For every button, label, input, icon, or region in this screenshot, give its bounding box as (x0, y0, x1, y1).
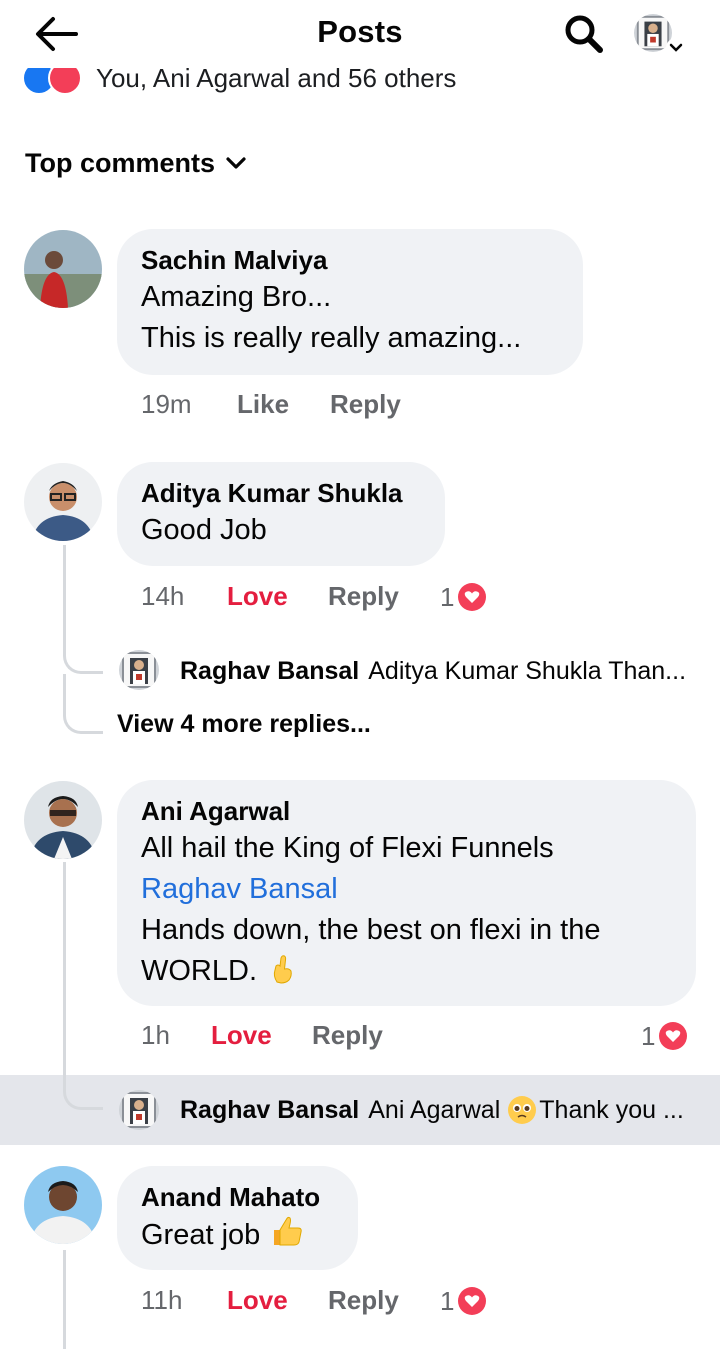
comment-bubble[interactable]: Anand Mahato Great job (117, 1166, 358, 1270)
reaction-count[interactable]: 1 (641, 1018, 688, 1054)
comment-text: Good Job (141, 514, 267, 546)
thread-line (63, 1250, 66, 1349)
comment-time[interactable]: 1h (141, 1020, 170, 1051)
avatar[interactable] (24, 781, 102, 859)
comment-bubble[interactable]: Aditya Kumar Shukla Good Job (117, 462, 445, 566)
comment-actions: 1h Love Reply (141, 1020, 441, 1056)
top-comments-sort-button[interactable]: Top comments (25, 144, 247, 182)
reply-author[interactable]: Raghav Bansal (180, 657, 359, 686)
love-button[interactable]: Love (227, 581, 288, 612)
reaction-count-value: 1 (641, 1020, 656, 1051)
reaction-count-value: 1 (440, 581, 455, 612)
comment-text: Hands down, the best on flexi in the (141, 914, 601, 946)
comment-author[interactable]: Aditya Kumar Shukla (141, 476, 419, 510)
heart-icon (458, 583, 487, 611)
heart-icon (458, 1287, 487, 1315)
comment-actions: 14h Love Reply (141, 581, 441, 617)
avatar[interactable] (119, 1090, 159, 1130)
comment-time[interactable]: 19m (141, 389, 192, 420)
profile-menu-button[interactable] (632, 10, 686, 58)
reaction-count[interactable]: 1 (440, 579, 487, 615)
avatar[interactable] (24, 1166, 102, 1244)
search-icon (565, 15, 603, 53)
page-title: Posts (317, 14, 403, 49)
top-app-bar: Posts (0, 0, 720, 68)
mention-link[interactable]: Raghav Bansal (141, 869, 670, 910)
comment-bubble[interactable]: Sachin Malviya Amazing Bro... This is re… (117, 229, 583, 375)
thumbs-up-emoji-icon (274, 1216, 302, 1246)
view-more-replies-link[interactable]: View 4 more replies... (117, 710, 371, 746)
reply-content: Raghav Bansal Ani Agarwal Thank you ... (180, 1075, 684, 1145)
thread-connector (63, 1075, 103, 1110)
reaction-count-value: 1 (440, 1285, 455, 1316)
reply-button[interactable]: Reply (328, 1285, 399, 1316)
comment-text-end: WORLD. (141, 955, 257, 987)
reply-button[interactable]: Reply (330, 389, 401, 420)
reply-preview[interactable]: Raghav Bansal Aditya Kumar Shukla Than..… (0, 636, 720, 706)
comment-author[interactable]: Anand Mahato (141, 1180, 332, 1214)
comment-author[interactable]: Sachin Malviya (141, 243, 557, 277)
comment-text: All hail the King of Flexi Funnels (141, 832, 554, 864)
comment-actions: 11h Love Reply (141, 1285, 441, 1321)
comment-text-main: Great job (141, 1219, 261, 1251)
love-reaction-icon (48, 64, 82, 95)
love-button[interactable]: Love (211, 1020, 272, 1051)
love-button[interactable]: Love (227, 1285, 288, 1316)
reply-text: Thank you ... (539, 1095, 684, 1124)
comment-time[interactable]: 11h (141, 1285, 182, 1316)
chevron-down-icon (225, 156, 247, 170)
reactions-summary[interactable]: You, Ani Agarwal and 56 others (0, 64, 720, 100)
sort-label: Top comments (25, 147, 216, 178)
comment-text: Amazing Bro... (141, 281, 332, 313)
avatar[interactable] (119, 650, 159, 690)
comment-text: This is really really amazing... (141, 322, 522, 354)
reply-button[interactable]: Reply (312, 1020, 383, 1051)
reply-mention[interactable]: Ani Agarwal (368, 1096, 500, 1125)
hand-pointing-up-emoji-icon (273, 955, 292, 984)
comment-time[interactable]: 14h (141, 581, 184, 612)
reply-content: Raghav Bansal Aditya Kumar Shukla Than..… (180, 636, 686, 706)
search-button[interactable] (560, 12, 608, 56)
reply-author[interactable]: Raghav Bansal (180, 1096, 359, 1125)
comment-text: Great job (141, 1214, 332, 1256)
avatar[interactable] (24, 463, 102, 541)
comment-author[interactable]: Ani Agarwal (141, 794, 670, 828)
reaction-count[interactable]: 1 (440, 1283, 487, 1319)
reply-text: Aditya Kumar Shukla Than... (368, 656, 687, 685)
thread-line (63, 862, 66, 1072)
reply-preview[interactable]: Raghav Bansal Ani Agarwal Thank you ... (0, 1075, 720, 1145)
pleading-face-emoji-icon (508, 1096, 537, 1124)
chevron-down-icon (666, 38, 686, 58)
comment-actions: 19m Like Reply (141, 389, 441, 425)
reply-button[interactable]: Reply (328, 581, 399, 612)
reactions-summary-text: You, Ani Agarwal and 56 others (96, 64, 457, 93)
comment-bubble[interactable]: Ani Agarwal All hail the King of Flexi F… (117, 780, 696, 1006)
like-button[interactable]: Like (237, 389, 289, 420)
avatar[interactable] (24, 230, 102, 308)
heart-icon (659, 1022, 688, 1050)
comment-text: WORLD. (141, 951, 670, 992)
